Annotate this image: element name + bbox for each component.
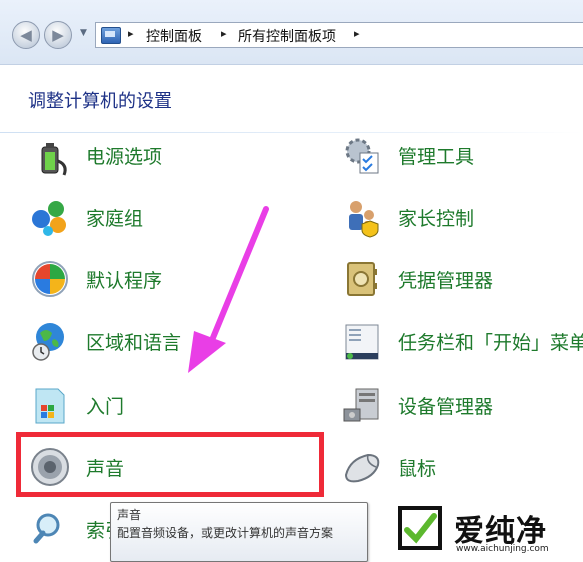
control-panel-icon	[101, 27, 121, 44]
item-mouse[interactable]: 鼠标	[340, 442, 580, 492]
parental-controls-icon	[349, 201, 379, 238]
item-label: 家长控制	[398, 208, 475, 230]
item-label: 设备管理器	[398, 396, 494, 418]
default-programs-icon	[32, 261, 68, 297]
item-label: 鼠标	[398, 458, 437, 480]
back-button[interactable]: ◀	[12, 21, 40, 49]
item-parental-controls[interactable]: 家长控制	[340, 192, 580, 242]
recent-pages-dropdown-icon[interactable]: ▼	[80, 28, 87, 38]
item-label: 管理工具	[398, 146, 475, 168]
breadcrumb[interactable]: ▸ 控制面板 ▸ 所有控制面板项 ▸	[95, 22, 583, 48]
breadcrumb-separator-icon[interactable]: ▸	[221, 27, 227, 40]
breadcrumb-separator-icon[interactable]: ▸	[128, 27, 134, 40]
admin-tools-icon	[345, 138, 379, 174]
device-manager-icon	[343, 388, 379, 422]
item-label: 任务栏和「开始」菜单	[398, 332, 583, 354]
breadcrumb-separator-icon[interactable]: ▸	[354, 27, 360, 40]
pointer-arrow-icon	[188, 206, 269, 373]
indexing-icon	[33, 513, 60, 544]
taskbar-start-menu-icon	[345, 324, 379, 360]
item-label: 入门	[86, 396, 125, 418]
back-arrow-icon: ◀	[20, 26, 32, 44]
watermark-logo-icon	[398, 506, 442, 550]
item-credential-manager[interactable]: 凭据管理器	[340, 254, 580, 304]
watermark-url: www.aichunjing.com	[456, 544, 549, 554]
mouse-icon	[344, 453, 380, 483]
watermark: 爱纯净 www.aichunjing.com	[392, 500, 583, 559]
forward-arrow-icon: ▶	[52, 26, 64, 44]
forward-button[interactable]: ▶	[44, 21, 72, 49]
item-taskbar-start-menu[interactable]: 任务栏和「开始」菜单	[340, 316, 583, 366]
region-language-icon	[32, 323, 64, 361]
item-device-manager[interactable]: 设备管理器	[340, 380, 580, 430]
page-title: 调整计算机的设置	[28, 91, 172, 112]
item-power-options[interactable]: 电源选项	[28, 130, 278, 180]
item-label: 默认程序	[86, 270, 163, 292]
power-options-icon	[41, 143, 67, 176]
highlight-box	[16, 432, 324, 497]
tooltip-title: 声音	[117, 508, 142, 522]
item-label: 电源选项	[86, 146, 163, 168]
getting-started-icon	[35, 388, 65, 424]
item-label: 凭据管理器	[398, 270, 494, 292]
breadcrumb-all-items[interactable]: 所有控制面板项	[238, 26, 336, 46]
item-label: 家庭组	[86, 208, 144, 230]
tooltip: 声音 配置音频设备，或更改计算机的声音方案	[110, 502, 368, 562]
item-getting-started[interactable]: 入门	[28, 380, 278, 430]
item-admin-tools[interactable]: 管理工具	[340, 130, 580, 180]
credential-manager-icon	[347, 262, 377, 296]
tooltip-description: 配置音频设备，或更改计算机的声音方案	[117, 526, 334, 540]
address-bar: ◀ ▶ ▼ ▸ 控制面板 ▸ 所有控制面板项 ▸	[0, 0, 583, 65]
item-label: 区域和语言	[86, 332, 182, 354]
breadcrumb-control-panel[interactable]: 控制面板	[146, 26, 202, 46]
homegroup-icon	[32, 201, 66, 236]
